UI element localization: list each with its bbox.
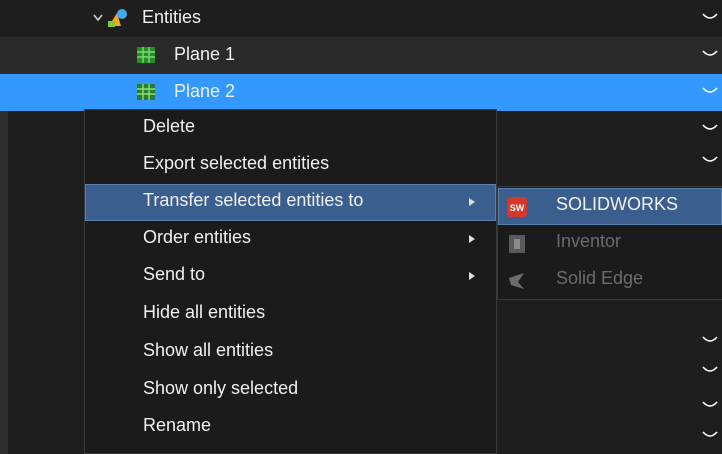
menu-item-rename[interactable]: Rename [85, 409, 496, 446]
tree-gutter [0, 111, 8, 454]
menu-item-show-only-selected[interactable]: Show only selected [85, 372, 496, 409]
row-collapse-icon[interactable] [702, 84, 718, 98]
menu-item-delete[interactable]: Delete [85, 110, 496, 147]
transfer-submenu: SW SOLIDWORKS Inventor Solid Edge [497, 186, 722, 300]
submenu-item-solidworks[interactable]: SW SOLIDWORKS [498, 188, 722, 225]
submenu-item-solid-edge: Solid Edge [498, 262, 722, 299]
entities-label: Entities [142, 7, 202, 27]
plane-1-label: Plane 1 [174, 44, 236, 64]
plane-icon [137, 84, 155, 100]
menu-item-hide-all-entities[interactable]: Hide all entities [85, 296, 496, 333]
row-collapse-icon[interactable] [702, 333, 718, 347]
plane-2-label: Plane 2 [174, 81, 236, 101]
tree-node-entities[interactable]: Entities [0, 0, 722, 37]
inventor-icon [509, 235, 525, 253]
row-collapse-icon[interactable] [702, 398, 718, 412]
menu-item-label: Show only selected [143, 378, 299, 398]
svg-text:SW: SW [510, 203, 525, 213]
submenu-item-label: SOLIDWORKS [556, 194, 679, 214]
context-menu: Delete Export selected entities Transfer… [84, 109, 497, 454]
menu-item-label: Order entities [143, 227, 252, 247]
menu-item-label: Send to [143, 264, 206, 284]
submenu-arrow-icon [469, 198, 475, 206]
menu-item-label: Rename [143, 415, 212, 435]
menu-item-export-selected-entities[interactable]: Export selected entities [85, 147, 496, 184]
menu-item-transfer-selected-entities[interactable]: Transfer selected entities to [85, 184, 496, 221]
expand-chevron-icon[interactable] [92, 10, 104, 24]
menu-item-send-to[interactable]: Send to [85, 258, 496, 295]
row-collapse-icon[interactable] [702, 10, 718, 24]
row-collapse-icon[interactable] [702, 363, 718, 377]
menu-item-show-all-entities[interactable]: Show all entities [85, 334, 496, 371]
menu-item-label: Delete [143, 116, 196, 136]
entities-icon [108, 9, 127, 27]
menu-item-order-entities[interactable]: Order entities [85, 221, 496, 258]
submenu-item-label: Inventor [556, 231, 622, 251]
row-collapse-icon[interactable] [702, 153, 718, 167]
menu-item-label: Transfer selected entities to [143, 190, 364, 210]
solidworks-icon: SW [507, 197, 527, 217]
submenu-arrow-icon [469, 235, 475, 243]
row-collapse-icon[interactable] [702, 428, 718, 442]
submenu-arrow-icon [469, 272, 475, 280]
plane-icon [137, 47, 155, 63]
submenu-item-inventor: Inventor [498, 225, 722, 262]
row-collapse-icon[interactable] [702, 47, 718, 61]
submenu-item-label: Solid Edge [556, 268, 644, 288]
row-collapse-icon[interactable] [702, 121, 718, 135]
menu-item-label: Export selected entities [143, 153, 330, 173]
menu-item-label: Hide all entities [143, 302, 266, 322]
tree-node-plane-1[interactable]: Plane 1 [0, 37, 722, 74]
tree-node-plane-2[interactable]: Plane 2 [0, 74, 722, 111]
menu-item-label: Show all entities [143, 340, 274, 360]
solid-edge-icon [509, 273, 524, 289]
